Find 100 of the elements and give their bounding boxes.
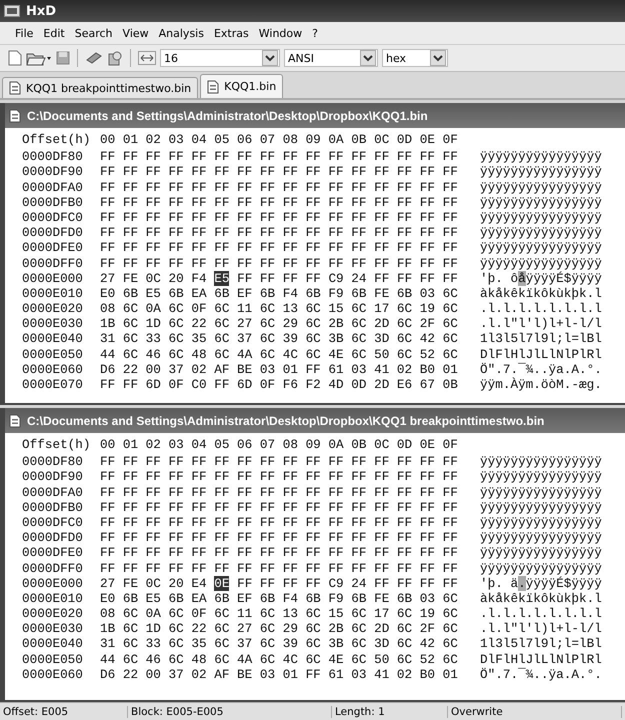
text-chars: ÿÿÿÿÿÿÿÿÿÿÿÿÿÿÿÿ xyxy=(480,560,602,576)
hex-bytes: FF FF FF FF C9 24 FF FF FF FF xyxy=(237,270,458,286)
file-tab[interactable]: KQQ1 breakpointtimestwo.bin xyxy=(2,77,198,98)
selected-byte[interactable]: 0E xyxy=(214,576,230,591)
document-icon xyxy=(9,108,21,122)
row-offset: 0000E040 xyxy=(22,331,84,347)
hex-bytes: E0 6B E5 6B EA 6B EF 6B F4 6B F9 6B FE 6B 03 6C xyxy=(100,590,458,606)
hex-bytes: 44 6C 46 6C 48 6C 4A 6C 4C 6C 4E 6C 50 6C 52 6C xyxy=(100,652,458,667)
row-offset: 0000E070 xyxy=(22,377,84,392)
new-file-icon[interactable] xyxy=(8,50,22,66)
row-offset: 0000DF80 xyxy=(22,149,84,164)
save-icon[interactable] xyxy=(56,51,70,65)
row-offset: 0000E040 xyxy=(22,636,84,652)
hex-bytes: 27 FE 0C 20 F4 xyxy=(100,270,207,286)
offset-header: Offset(h) xyxy=(22,132,92,148)
file-tab[interactable]: KQQ1.bin xyxy=(200,74,284,98)
bytes-per-row-select[interactable]: 16 xyxy=(160,49,280,67)
row-offset: 0000DFD0 xyxy=(22,530,84,546)
row-offset: 0000DFB0 xyxy=(22,194,84,210)
hex-bytes: 1B 6C 1D 6C 22 6C 27 6C 29 6C 2B 6C 2D 6C 2F 6C xyxy=(100,316,458,332)
text-chars: ÿÿÿÿÉ$ÿÿÿÿ xyxy=(526,270,602,286)
caret-icon[interactable] xyxy=(262,50,278,66)
row-offset: 0000E000 xyxy=(22,270,84,286)
row-offset: 0000DFC0 xyxy=(22,514,84,530)
row-offset: 0000DFD0 xyxy=(22,225,84,240)
document-icon xyxy=(9,81,21,95)
row-offset: 0000E010 xyxy=(22,286,84,302)
hex-bytes: D6 22 00 37 02 AF BE 03 01 FF 61 03 41 02 B0 01 xyxy=(100,362,458,377)
status-offset: Offset: E005 xyxy=(0,706,128,718)
text-chars: 1l3l5l7l9l;l=lBl xyxy=(480,331,602,347)
document-icon xyxy=(9,414,21,428)
selected-byte[interactable]: E5 xyxy=(214,270,230,286)
text-chars: àkåkêkïkôkùkþk.l xyxy=(480,590,602,606)
offset-header: Offset(h) xyxy=(22,437,92,452)
text-chars: ÿÿÿÿÿÿÿÿÿÿÿÿÿÿÿÿ xyxy=(480,484,602,500)
menu-item[interactable]: ? xyxy=(307,26,323,40)
hex-bytes: FF FF FF FF FF FF FF FF FF FF FF FF FF FF FF FF xyxy=(100,149,458,164)
hex-bytes: FF FF FF FF C9 24 FF FF FF FF xyxy=(237,576,458,591)
text-chars: DlFlHlJlLlNlPlRl xyxy=(480,652,602,667)
hex-bytes: FF FF FF FF FF FF FF FF FF FF FF FF FF FF FF FF xyxy=(100,500,458,515)
menu-item[interactable]: Edit xyxy=(38,26,70,40)
caret-icon[interactable] xyxy=(360,50,376,66)
row-offset: 0000DF90 xyxy=(22,469,84,485)
menu-item[interactable]: View xyxy=(118,26,154,40)
status-block: Block: E005-E005 xyxy=(128,706,332,718)
row-offset: 0000DFF0 xyxy=(22,560,84,576)
row-offset: 0000DFE0 xyxy=(22,545,84,560)
file-path: C:\Documents and Settings\Administrator\Desktop\Dropbox\KQQ1 breakpointtimestwo.bin xyxy=(27,414,544,428)
text-chars: ÿÿÿÿÉ$ÿÿÿÿ xyxy=(526,576,602,591)
charset-select[interactable]: ANSI xyxy=(284,49,378,67)
text-chars: ÿÿÿÿÿÿÿÿÿÿÿÿÿÿÿÿ xyxy=(480,225,602,240)
text-chars: ÿÿÿÿÿÿÿÿÿÿÿÿÿÿÿÿ xyxy=(480,194,602,210)
menu-item[interactable]: Extras xyxy=(208,26,254,40)
row-offset: 0000E030 xyxy=(22,316,84,332)
row-offset: 0000E010 xyxy=(22,590,84,606)
caret-icon[interactable] xyxy=(430,50,446,66)
hex-bytes: 31 6C 33 6C 35 6C 37 6C 39 6C 3B 6C 3D 6C 42 6C xyxy=(100,331,458,347)
hex-bytes: FF FF FF FF FF FF FF FF FF FF FF FF FF FF FF FF xyxy=(100,194,458,210)
hex-bytes: 1B 6C 1D 6C 22 6C 27 6C 29 6C 2B 6C 2D 6C 2F 6C xyxy=(100,621,458,636)
file-path: C:\Documents and Settings\Administrator\Desktop\Dropbox\KQQ1.bin xyxy=(27,108,428,122)
caret-char[interactable]: å xyxy=(518,270,526,286)
text-chars: 'þ. ô xyxy=(480,270,518,286)
menu-item[interactable]: Window xyxy=(254,26,308,40)
document-icon xyxy=(207,80,220,94)
row-offset: 0000DFA0 xyxy=(22,484,84,500)
hex-bytes: FF FF FF FF FF FF FF FF FF FF FF FF FF FF FF FF xyxy=(100,514,458,530)
row-offset: 0000E020 xyxy=(22,606,84,622)
hex-bytes: FF FF FF FF FF FF FF FF FF FF FF FF FF FF FF FF xyxy=(100,560,458,576)
row-offset: 0000DF80 xyxy=(22,454,84,470)
caret-char[interactable]: . xyxy=(518,576,526,591)
hex-bytes: FF FF FF FF FF FF FF FF FF FF FF FF FF FF FF FF xyxy=(100,545,458,560)
width-arrows-icon[interactable] xyxy=(138,51,156,65)
hex-bytes: FF FF FF FF FF FF FF FF FF FF FF FF FF FF FF FF xyxy=(100,530,458,546)
text-chars: .l.l"l'l)l+l-l/l xyxy=(480,316,602,332)
hex-bytes: FF FF FF FF FF FF FF FF FF FF FF FF FF FF FF FF xyxy=(100,484,458,500)
text-chars: DlFlHlJlLlNlPlRl xyxy=(480,346,602,362)
hex-bytes: 08 6C 0A 6C 0F 6C 11 6C 13 6C 15 6C 17 6C 19 6C xyxy=(100,301,458,316)
text-chars: ÿÿÿÿÿÿÿÿÿÿÿÿÿÿÿÿ xyxy=(480,256,602,271)
row-offset: 0000E050 xyxy=(22,652,84,667)
status-length: Length: 1 xyxy=(332,706,448,718)
hex-bytes: FF FF FF FF FF FF FF FF FF FF FF FF FF FF FF FF xyxy=(100,454,458,470)
menu-item[interactable]: Analysis xyxy=(154,26,209,40)
text-chars: ÿÿÿÿÿÿÿÿÿÿÿÿÿÿÿÿ xyxy=(480,240,602,256)
menu-item[interactable]: File xyxy=(10,26,38,40)
text-chars: ÿÿÿÿÿÿÿÿÿÿÿÿÿÿÿÿ xyxy=(480,530,602,546)
text-chars: ÿÿÿÿÿÿÿÿÿÿÿÿÿÿÿÿ xyxy=(480,454,602,470)
app-icon xyxy=(4,5,20,17)
hex-bytes: 08 6C 0A 6C 0F 6C 11 6C 13 6C 15 6C 17 6C 19 6C xyxy=(100,606,458,622)
hex-bytes: 44 6C 46 6C 48 6C 4A 6C 4C 6C 4E 6C 50 6C 52 6C xyxy=(100,346,458,362)
row-offset: 0000DFE0 xyxy=(22,240,84,256)
offset-base-select[interactable]: hex xyxy=(382,49,448,67)
text-chars: Ö".7.¯¾..ÿa.A.°. xyxy=(480,362,602,377)
hex-bytes: D6 22 00 37 02 AF BE 03 01 FF 61 03 41 02 B0 01 xyxy=(100,666,458,682)
row-offset: 0000DFB0 xyxy=(22,500,84,515)
row-offset: 0000E060 xyxy=(22,362,84,377)
menu-item[interactable]: Search xyxy=(70,26,118,40)
row-offset: 0000E050 xyxy=(22,346,84,362)
hex-bytes: 31 6C 33 6C 35 6C 37 6C 39 6C 3B 6C 3D 6C 42 6C xyxy=(100,636,458,652)
text-chars: 1l3l5l7l9l;l=lBl xyxy=(480,636,602,652)
row-offset: 0000DFC0 xyxy=(22,210,84,226)
